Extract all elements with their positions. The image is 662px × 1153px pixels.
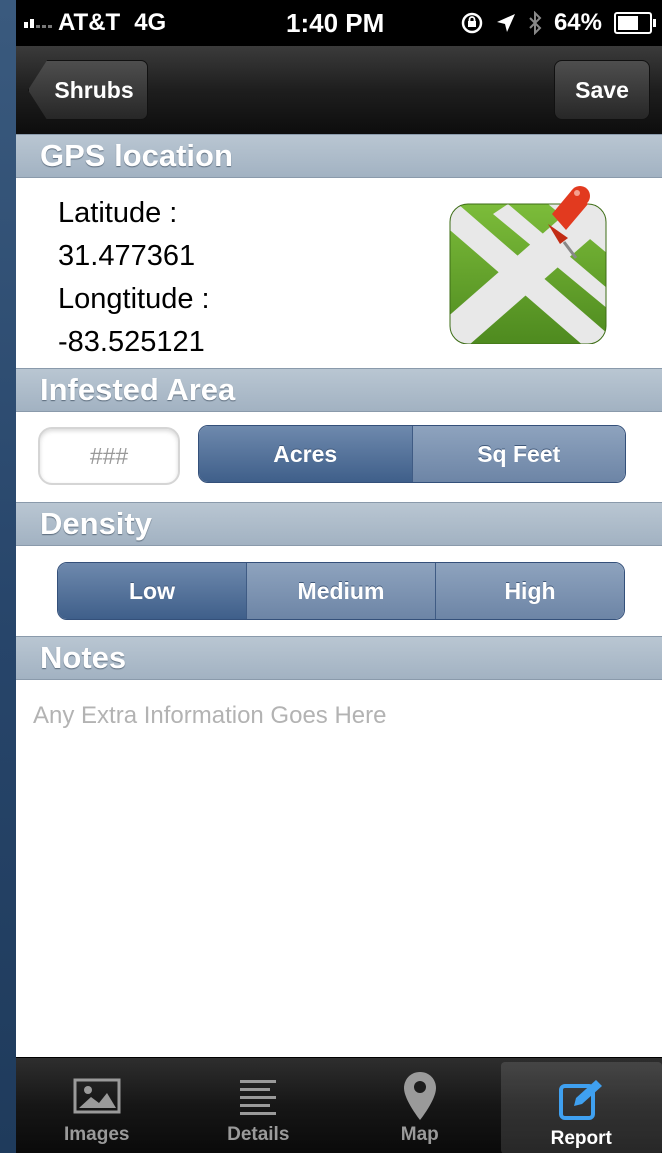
list-icon: [240, 1080, 277, 1115]
rotation-lock-icon: [461, 12, 483, 34]
map-pin-icon[interactable]: [448, 184, 608, 344]
area-quantity-input[interactable]: [38, 427, 180, 485]
map-pin-icon: [403, 1072, 436, 1120]
density-option-low[interactable]: Low: [58, 563, 246, 619]
longitude-label: Longtitude :: [58, 283, 210, 315]
latitude-value: 31.477361: [58, 240, 196, 272]
tab-map[interactable]: Map: [339, 1058, 501, 1153]
navigation-bar: Shrubs Save: [16, 46, 662, 135]
tab-images-label: Images: [64, 1124, 130, 1145]
tab-report-label: Report: [550, 1128, 612, 1149]
notes-textarea[interactable]: [16, 682, 662, 1057]
signal-strength-icon: [24, 18, 52, 28]
status-time: 1:40 PM: [286, 8, 385, 38]
save-button[interactable]: Save: [554, 60, 650, 120]
tab-details[interactable]: Details: [178, 1058, 340, 1153]
battery-percent: 64%: [553, 9, 602, 36]
gps-section-header: GPS location: [16, 134, 662, 178]
infested-area-section: Acres Sq Feet: [16, 413, 662, 501]
status-bar: AT&T 4G 1:40 PM 64%: [16, 0, 662, 46]
infested-area-section-header: Infested Area: [16, 368, 662, 412]
network-type: 4G: [134, 9, 167, 36]
tab-bar: Images Details Map Report: [16, 1057, 662, 1153]
carrier-info: AT&T 4G: [24, 9, 166, 37]
density-option-medium[interactable]: Medium: [246, 563, 435, 619]
tab-details-label: Details: [227, 1124, 290, 1145]
phone-screen: AT&T 4G 1:40 PM 64% Shrubs Save GPS loca…: [16, 0, 662, 1153]
unit-option-sq-feet[interactable]: Sq Feet: [411, 426, 625, 482]
notes-section-header: Notes: [16, 636, 662, 680]
latitude-label: Latitude :: [58, 197, 178, 229]
unit-option-acres[interactable]: Acres: [199, 426, 412, 482]
tab-map-label: Map: [400, 1124, 439, 1145]
area-unit-segmented-control: Acres Sq Feet: [198, 425, 626, 483]
battery-icon: [614, 12, 656, 34]
gps-coordinates: Latitude : 31.477361 Longtitude : -83.52…: [58, 192, 210, 364]
density-section: Low Medium High: [16, 548, 662, 634]
density-section-header: Density: [16, 502, 662, 546]
status-icons: 64%: [460, 9, 656, 37]
edit-icon: [559, 1080, 603, 1120]
image-icon: [73, 1078, 121, 1114]
longitude-value: -83.525121: [58, 326, 205, 358]
tab-report[interactable]: Report: [500, 1062, 662, 1153]
notes-section: [16, 682, 662, 1057]
tab-images[interactable]: Images: [16, 1058, 178, 1153]
carrier-name: AT&T: [58, 9, 121, 36]
bluetooth-icon: [529, 11, 542, 35]
density-segmented-control: Low Medium High: [57, 562, 625, 620]
location-arrow-icon: [496, 14, 515, 32]
back-button[interactable]: Shrubs: [28, 60, 148, 120]
density-option-high[interactable]: High: [435, 563, 624, 619]
